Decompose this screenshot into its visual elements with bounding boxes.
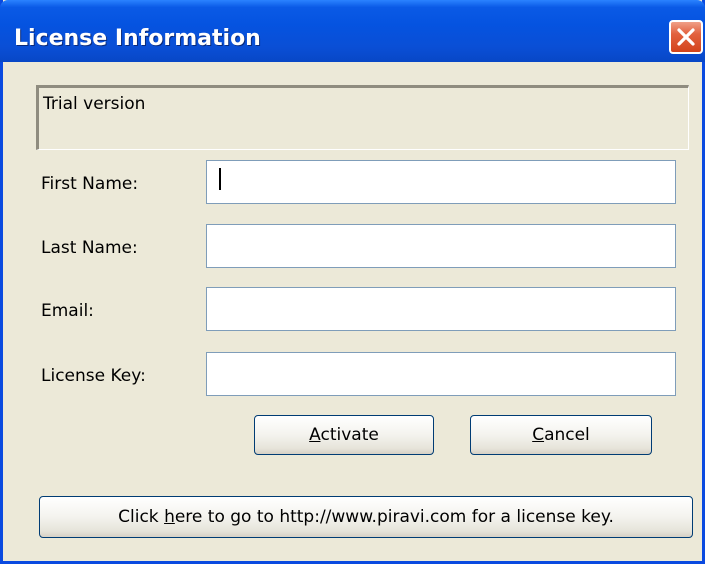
license-link-accelerator: h bbox=[164, 507, 175, 527]
email-field[interactable] bbox=[206, 287, 676, 331]
cancel-label: ancel bbox=[544, 425, 590, 445]
email-label: Email: bbox=[41, 301, 94, 321]
last-name-label: Last Name: bbox=[41, 238, 138, 258]
activate-accelerator: A bbox=[309, 425, 321, 445]
close-button[interactable] bbox=[669, 20, 703, 54]
cancel-accelerator: C bbox=[532, 425, 545, 445]
license-dialog: License Information Trial version First … bbox=[0, 0, 705, 564]
first-name-label: First Name: bbox=[41, 174, 139, 194]
cancel-button[interactable]: Cancel bbox=[470, 415, 652, 455]
last-name-field[interactable] bbox=[206, 224, 676, 268]
first-name-field[interactable] bbox=[206, 160, 676, 204]
license-key-label: License Key: bbox=[41, 366, 146, 386]
window-title: License Information bbox=[14, 26, 261, 51]
license-status-box: Trial version bbox=[36, 85, 689, 150]
license-key-field[interactable] bbox=[206, 352, 676, 396]
activate-button[interactable]: Activate bbox=[254, 415, 434, 455]
license-link-prefix: Click bbox=[118, 507, 165, 527]
title-bar[interactable]: License Information bbox=[0, 0, 705, 62]
close-icon bbox=[677, 28, 695, 46]
activate-label: ctivate bbox=[320, 425, 379, 445]
license-link-suffix: ere to go to http://www.piravi.com for a… bbox=[174, 507, 614, 527]
text-caret bbox=[219, 168, 221, 190]
license-status-text: Trial version bbox=[43, 94, 146, 114]
get-license-key-button[interactable]: Click here to go to http://www.piravi.co… bbox=[39, 496, 693, 538]
